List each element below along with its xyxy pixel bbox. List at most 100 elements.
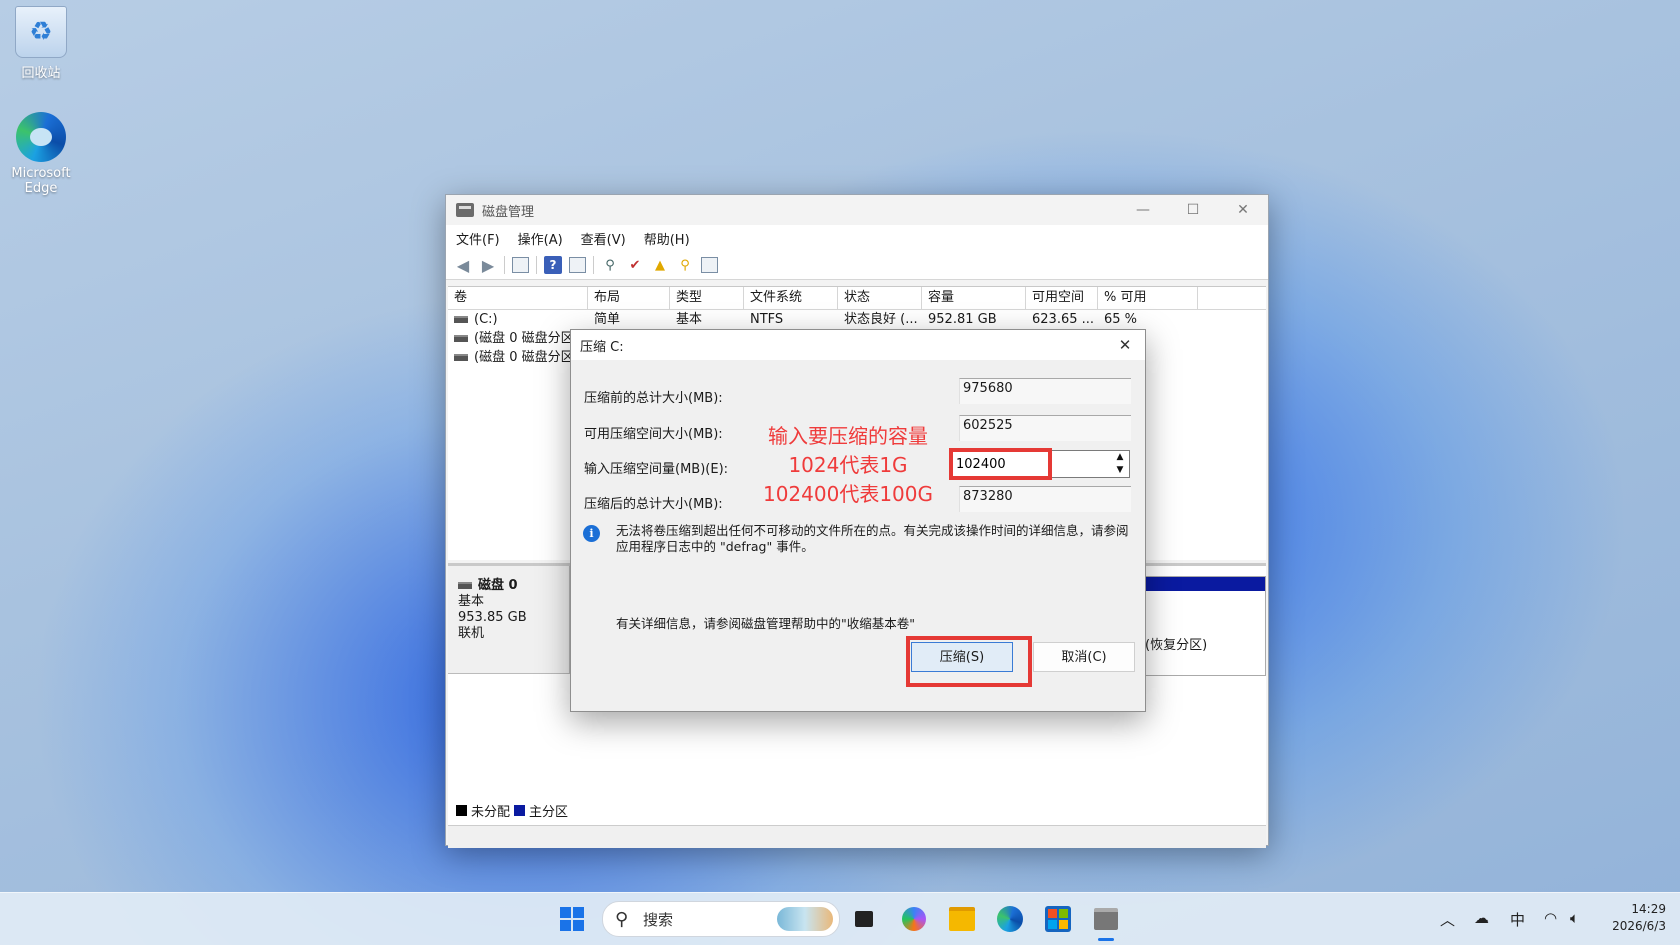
- shrink-amount-label: 输入压缩空间量(MB)(E):: [584, 462, 729, 477]
- edge-icon: [16, 112, 66, 162]
- edge-desktop-icon[interactable]: Microsoft Edge: [1, 112, 81, 196]
- dialog-titlebar[interactable]: 压缩 C: ✕: [571, 330, 1145, 360]
- copilot-m365-icon[interactable]: [898, 903, 930, 935]
- cell-volume: (C:): [474, 312, 498, 327]
- cell-percent-free: 65 %: [1104, 312, 1138, 327]
- shrink-dialog: 压缩 C: ✕ 压缩前的总计大小(MB): 975680 可用压缩空间大小(MB…: [570, 329, 1146, 712]
- console-tree-icon[interactable]: [512, 257, 529, 273]
- volume-icon[interactable]: 🔈︎: [1570, 909, 1579, 927]
- search-icon: ⚲: [615, 908, 629, 930]
- help-message: 有关详细信息，请参阅磁盘管理帮助中的"收缩基本卷": [616, 616, 916, 631]
- search-highlight-image: [777, 907, 833, 931]
- dialog-close-icon[interactable]: ✕: [1105, 336, 1145, 354]
- cell-free-space: 623.65 ...: [1032, 312, 1095, 327]
- back-arrow-icon[interactable]: ◀: [454, 256, 472, 275]
- disk-management-icon: [456, 203, 474, 217]
- cell-layout: 简单: [594, 312, 621, 327]
- active-app-indicator: [1098, 938, 1114, 941]
- volume-table-header: 卷 布局 类型 文件系统 状态 容量 可用空间 % 可用: [448, 287, 1266, 310]
- col-filesystem[interactable]: 文件系统: [744, 287, 838, 309]
- start-button[interactable]: [556, 903, 588, 935]
- col-free-space[interactable]: 可用空间: [1026, 287, 1098, 309]
- drive-icon: [454, 335, 468, 342]
- menu-file[interactable]: 文件(F): [456, 229, 500, 248]
- total-after-field: 873280: [959, 486, 1131, 512]
- maximize-button[interactable]: ☐: [1168, 195, 1218, 225]
- tray-overflow-chevron-icon[interactable]: ︿: [1440, 909, 1455, 930]
- recycle-bin-icon: [15, 6, 67, 58]
- search-label: 搜索: [643, 910, 674, 929]
- connect-disk-icon[interactable]: ⚲: [601, 256, 619, 274]
- clock-time: 14:29: [1631, 902, 1666, 916]
- wifi-icon[interactable]: ◠: [1544, 909, 1557, 927]
- menu-help[interactable]: 帮助(H): [644, 229, 690, 248]
- col-layout[interactable]: 布局: [588, 287, 670, 309]
- info-icon: i: [583, 525, 600, 542]
- close-window-button[interactable]: ✕: [1218, 195, 1268, 225]
- disk-management-taskbar-icon[interactable]: [1090, 903, 1122, 935]
- total-before-label: 压缩前的总计大小(MB):: [584, 391, 723, 406]
- disk-name: 磁盘 0: [478, 578, 518, 593]
- button-highlight-box: [906, 636, 1032, 687]
- col-percent-free[interactable]: % 可用: [1098, 287, 1198, 309]
- annotation-text: 输入要压缩的容量 1024代表1G 102400代表100G: [761, 422, 935, 509]
- store-icon[interactable]: [1042, 903, 1074, 935]
- recovery-partition-label: (恢复分区): [1145, 638, 1208, 653]
- minimize-button[interactable]: —: [1118, 195, 1168, 225]
- decrement-arrow-icon[interactable]: ▼: [1111, 464, 1129, 477]
- legend-unallocated-swatch: [456, 805, 467, 816]
- legend: 未分配 主分区: [456, 801, 568, 820]
- stepper-buttons: ▲ ▼: [1111, 451, 1129, 477]
- settings-list-icon[interactable]: [701, 257, 718, 273]
- ime-indicator[interactable]: 中: [1510, 909, 1525, 930]
- taskbar-clock[interactable]: 14:29 2026/6/3: [1612, 901, 1666, 935]
- clock-date: 2026/6/3: [1612, 919, 1666, 933]
- disk-type: 基本: [458, 594, 485, 609]
- toolbar-separator: [504, 256, 505, 274]
- folder-up-icon[interactable]: ▲: [651, 256, 669, 274]
- status-bar: [448, 825, 1266, 848]
- toolbar: ◀ ▶ ? ⚲ ✔ ▲ ⚲: [446, 251, 1268, 280]
- disk-0-info[interactable]: 磁盘 0 基本 953.85 GB 联机: [448, 566, 570, 674]
- drive-icon: [454, 316, 468, 323]
- annotation-line: 1024代表1G: [788, 453, 908, 477]
- taskbar-search[interactable]: ⚲ 搜索: [602, 901, 840, 937]
- edge-taskbar-icon[interactable]: [994, 903, 1026, 935]
- help-icon[interactable]: ?: [544, 256, 562, 274]
- recovery-partition-block[interactable]: (恢复分区): [1144, 576, 1266, 676]
- windows-logo-icon: [560, 907, 584, 931]
- col-volume[interactable]: 卷: [448, 287, 588, 309]
- primary-partition-bar: [1145, 577, 1265, 591]
- dialog-title: 压缩 C:: [580, 339, 624, 355]
- col-capacity[interactable]: 容量: [922, 287, 1026, 309]
- toolbar-separator: [536, 256, 537, 274]
- menu-action[interactable]: 操作(A): [518, 229, 563, 248]
- file-explorer-icon[interactable]: [946, 903, 978, 935]
- increment-arrow-icon[interactable]: ▲: [1111, 451, 1129, 464]
- table-row[interactable]: (C:) 简单 基本 NTFS 状态良好 (... 952.81 GB 623.…: [448, 310, 1266, 329]
- legend-primary-swatch: [514, 805, 526, 816]
- cell-status: 状态良好 (...: [844, 312, 918, 327]
- search-folder-icon[interactable]: ⚲: [676, 256, 694, 274]
- cancel-button[interactable]: 取消(C): [1033, 642, 1135, 672]
- total-before-field: 975680: [959, 378, 1131, 404]
- task-view-icon[interactable]: [848, 903, 880, 935]
- window-title: 磁盘管理: [482, 204, 535, 220]
- cell-capacity: 952.81 GB: [928, 312, 997, 327]
- col-type[interactable]: 类型: [670, 287, 744, 309]
- window-titlebar[interactable]: 磁盘管理 — ☐ ✕: [446, 195, 1268, 225]
- recycle-bin-desktop-icon[interactable]: 回收站: [1, 6, 81, 81]
- onedrive-offline-icon[interactable]: ☁: [1474, 909, 1489, 927]
- properties-pane-icon[interactable]: [569, 257, 586, 273]
- disk-status: 联机: [458, 626, 485, 641]
- col-status[interactable]: 状态: [838, 287, 922, 309]
- cell-filesystem: NTFS: [750, 312, 784, 327]
- annotation-line: 102400代表100G: [762, 482, 934, 506]
- disk-size: 953.85 GB: [458, 610, 527, 625]
- menu-view[interactable]: 查看(V): [581, 229, 626, 248]
- available-space-field: 602525: [959, 415, 1131, 441]
- total-after-label: 压缩后的总计大小(MB):: [584, 497, 723, 512]
- forward-arrow-icon[interactable]: ▶: [479, 256, 497, 275]
- toolbar-separator: [593, 256, 594, 274]
- check-icon[interactable]: ✔: [626, 256, 644, 274]
